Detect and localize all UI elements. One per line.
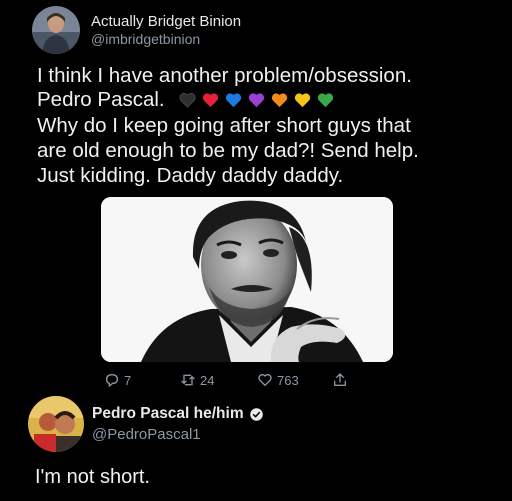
purple-heart-icon [248,92,265,108]
share-icon [332,372,348,388]
tweet-text-line: are old enough to be my dad?! Send help. [37,139,419,162]
heart-icon [257,372,273,388]
reply-text: I'm not short. [35,466,150,488]
reply-count: 7 [124,372,132,388]
like-count: 763 [277,372,299,388]
retweet-icon [180,372,196,388]
reply-author-avatar[interactable] [28,396,84,452]
blue-heart-icon [225,92,242,108]
verified-badge-icon [249,407,264,422]
reply-button[interactable]: 7 [104,370,131,390]
red-heart-icon [202,92,219,108]
tweet-text-line: Pedro Pascal. [37,88,334,111]
black-heart-icon [179,92,196,108]
reply-author-name[interactable]: Pedro Pascal he/him [92,405,244,423]
tweet-text-line: Just kidding. Daddy daddy daddy. [37,164,344,187]
author-avatar[interactable] [32,6,80,54]
tweet-text-segment: Pedro Pascal. [37,88,165,111]
heart-emoji-row [179,92,334,108]
yellow-heart-icon [294,92,311,108]
author-name[interactable]: Actually Bridget Binion [91,13,241,30]
tweet-photo[interactable] [101,197,393,362]
like-button[interactable]: 763 [257,370,299,390]
reply-icon [104,372,120,388]
retweet-count: 24 [200,372,215,388]
green-heart-icon [317,92,334,108]
retweet-button[interactable]: 24 [180,370,214,390]
share-button[interactable] [332,370,348,390]
reply-author-name-row[interactable]: Pedro Pascal he/him [92,405,264,423]
tweet-text-line: I think I have another problem/obsession… [37,64,412,87]
reply-author-handle[interactable]: @PedroPascal1 [92,426,201,443]
author-handle[interactable]: @imbridgetbinion [91,31,200,47]
orange-heart-icon [271,92,288,108]
tweet-text-line: Why do I keep going after short guys tha… [37,114,411,137]
